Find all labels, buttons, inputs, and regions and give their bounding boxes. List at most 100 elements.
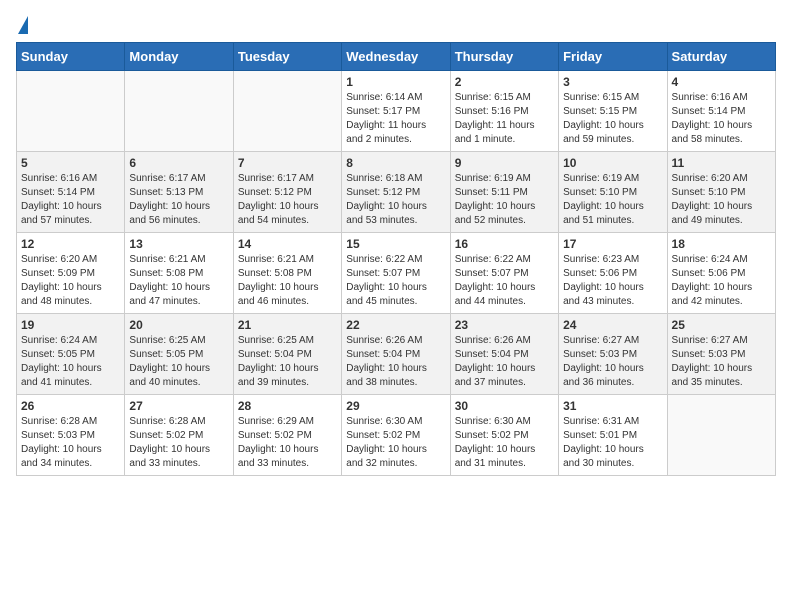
calendar-header-row: SundayMondayTuesdayWednesdayThursdayFrid…: [17, 43, 776, 71]
table-row: 25 Sunrise: 6:27 AM Sunset: 5:03 PM Dayli…: [667, 314, 775, 395]
day-number: 22: [346, 318, 445, 332]
table-row: [667, 395, 775, 476]
day-info: Sunrise: 6:15 AM Sunset: 5:16 PM Dayligh…: [455, 91, 554, 147]
table-row: 22Sunrise: 6:26 AM Sunset: 5:04 PM Dayli…: [342, 314, 450, 395]
table-row: 14 Sunrise: 6:21 AM Sunset: 5:08 PM Dayli…: [233, 233, 341, 314]
table-row: 8 Sunrise: 6:18 AM Sunset: 5:12 PM Daylig…: [342, 152, 450, 233]
day-number: 31: [563, 399, 662, 413]
table-row: 29 Sunrise: 6:30 AM Sunset: 5:02 PM Dayli…: [342, 395, 450, 476]
day-number: 15: [346, 237, 445, 251]
day-info: Sunrise: 6:20 AM Sunset: 5:09 PM Dayligh…: [21, 253, 120, 309]
calendar-week-row: 5 Sunrise: 6:16 AM Sunset: 5:14 PM Daylig…: [17, 152, 776, 233]
day-number: 3: [563, 75, 662, 89]
calendar-header-sunday: Sunday: [17, 43, 125, 71]
day-number: 4: [672, 75, 771, 89]
day-info: Sunrise: 6:25 AM Sunset: 5:05 PM Dayligh…: [129, 334, 228, 390]
day-info: Sunrise: 6:24 AM Sunset: 5:05 PM Dayligh…: [21, 334, 120, 390]
table-row: 16Sunrise: 6:22 AM Sunset: 5:07 PM Dayli…: [450, 233, 558, 314]
calendar-header-tuesday: Tuesday: [233, 43, 341, 71]
day-info: Sunrise: 6:16 AM Sunset: 5:14 PM Dayligh…: [21, 172, 120, 228]
calendar-header-monday: Monday: [125, 43, 233, 71]
day-info: Sunrise: 6:30 AM Sunset: 5:02 PM Dayligh…: [346, 415, 445, 471]
day-number: 9: [455, 156, 554, 170]
day-info: Sunrise: 6:30 AM Sunset: 5:02 PM Dayligh…: [455, 415, 554, 471]
day-number: 13: [129, 237, 228, 251]
table-row: 7Sunrise: 6:17 AM Sunset: 5:12 PM Daylig…: [233, 152, 341, 233]
table-row: 12 Sunrise: 6:20 AM Sunset: 5:09 PM Dayli…: [17, 233, 125, 314]
day-info: Sunrise: 6:20 AM Sunset: 5:10 PM Dayligh…: [672, 172, 771, 228]
table-row: 6Sunrise: 6:17 AM Sunset: 5:13 PM Daylig…: [125, 152, 233, 233]
day-number: 28: [238, 399, 337, 413]
day-number: 1: [346, 75, 445, 89]
table-row: 26Sunrise: 6:28 AM Sunset: 5:03 PM Dayli…: [17, 395, 125, 476]
calendar-week-row: 12 Sunrise: 6:20 AM Sunset: 5:09 PM Dayli…: [17, 233, 776, 314]
calendar-header-wednesday: Wednesday: [342, 43, 450, 71]
day-info: Sunrise: 6:26 AM Sunset: 5:04 PM Dayligh…: [455, 334, 554, 390]
table-row: 13 Sunrise: 6:21 AM Sunset: 5:08 PM Dayli…: [125, 233, 233, 314]
day-number: 2: [455, 75, 554, 89]
calendar-week-row: 19 Sunrise: 6:24 AM Sunset: 5:05 PM Dayli…: [17, 314, 776, 395]
day-info: Sunrise: 6:27 AM Sunset: 5:03 PM Dayligh…: [672, 334, 771, 390]
table-row: [125, 71, 233, 152]
day-number: 30: [455, 399, 554, 413]
day-number: 5: [21, 156, 120, 170]
calendar-week-row: 1 Sunrise: 6:14 AM Sunset: 5:17 PM Daylig…: [17, 71, 776, 152]
table-row: 23 Sunrise: 6:26 AM Sunset: 5:04 PM Dayli…: [450, 314, 558, 395]
day-number: 10: [563, 156, 662, 170]
page-header: [16, 16, 776, 34]
table-row: 3Sunrise: 6:15 AM Sunset: 5:15 PM Daylig…: [559, 71, 667, 152]
table-row: 18 Sunrise: 6:24 AM Sunset: 5:06 PM Dayli…: [667, 233, 775, 314]
day-number: 19: [21, 318, 120, 332]
day-number: 11: [672, 156, 771, 170]
day-number: 23: [455, 318, 554, 332]
table-row: [17, 71, 125, 152]
table-row: 30 Sunrise: 6:30 AM Sunset: 5:02 PM Dayli…: [450, 395, 558, 476]
table-row: 15 Sunrise: 6:22 AM Sunset: 5:07 PM Dayli…: [342, 233, 450, 314]
table-row: 17 Sunrise: 6:23 AM Sunset: 5:06 PM Dayli…: [559, 233, 667, 314]
day-number: 29: [346, 399, 445, 413]
calendar-header-friday: Friday: [559, 43, 667, 71]
calendar-week-row: 26Sunrise: 6:28 AM Sunset: 5:03 PM Dayli…: [17, 395, 776, 476]
day-info: Sunrise: 6:17 AM Sunset: 5:13 PM Dayligh…: [129, 172, 228, 228]
day-info: Sunrise: 6:22 AM Sunset: 5:07 PM Dayligh…: [455, 253, 554, 309]
day-number: 25: [672, 318, 771, 332]
table-row: 9 Sunrise: 6:19 AM Sunset: 5:11 PM Daylig…: [450, 152, 558, 233]
day-info: Sunrise: 6:19 AM Sunset: 5:10 PM Dayligh…: [563, 172, 662, 228]
day-info: Sunrise: 6:27 AM Sunset: 5:03 PM Dayligh…: [563, 334, 662, 390]
day-number: 8: [346, 156, 445, 170]
day-info: Sunrise: 6:24 AM Sunset: 5:06 PM Dayligh…: [672, 253, 771, 309]
day-info: Sunrise: 6:14 AM Sunset: 5:17 PM Dayligh…: [346, 91, 445, 147]
day-number: 12: [21, 237, 120, 251]
day-info: Sunrise: 6:18 AM Sunset: 5:12 PM Dayligh…: [346, 172, 445, 228]
table-row: 21Sunrise: 6:25 AM Sunset: 5:04 PM Dayli…: [233, 314, 341, 395]
day-info: Sunrise: 6:16 AM Sunset: 5:14 PM Dayligh…: [672, 91, 771, 147]
table-row: 27 Sunrise: 6:28 AM Sunset: 5:02 PM Dayli…: [125, 395, 233, 476]
table-row: 28 Sunrise: 6:29 AM Sunset: 5:02 PM Dayli…: [233, 395, 341, 476]
day-info: Sunrise: 6:21 AM Sunset: 5:08 PM Dayligh…: [129, 253, 228, 309]
day-info: Sunrise: 6:21 AM Sunset: 5:08 PM Dayligh…: [238, 253, 337, 309]
table-row: 2 Sunrise: 6:15 AM Sunset: 5:16 PM Daylig…: [450, 71, 558, 152]
day-number: 21: [238, 318, 337, 332]
day-number: 7: [238, 156, 337, 170]
calendar-table: SundayMondayTuesdayWednesdayThursdayFrid…: [16, 42, 776, 476]
day-number: 14: [238, 237, 337, 251]
table-row: 11 Sunrise: 6:20 AM Sunset: 5:10 PM Dayli…: [667, 152, 775, 233]
table-row: 4 Sunrise: 6:16 AM Sunset: 5:14 PM Daylig…: [667, 71, 775, 152]
day-info: Sunrise: 6:31 AM Sunset: 5:01 PM Dayligh…: [563, 415, 662, 471]
day-number: 20: [129, 318, 228, 332]
day-info: Sunrise: 6:19 AM Sunset: 5:11 PM Dayligh…: [455, 172, 554, 228]
day-info: Sunrise: 6:28 AM Sunset: 5:02 PM Dayligh…: [129, 415, 228, 471]
day-info: Sunrise: 6:29 AM Sunset: 5:02 PM Dayligh…: [238, 415, 337, 471]
table-row: 19 Sunrise: 6:24 AM Sunset: 5:05 PM Dayli…: [17, 314, 125, 395]
day-number: 17: [563, 237, 662, 251]
day-number: 18: [672, 237, 771, 251]
table-row: 20 Sunrise: 6:25 AM Sunset: 5:05 PM Dayli…: [125, 314, 233, 395]
table-row: 5 Sunrise: 6:16 AM Sunset: 5:14 PM Daylig…: [17, 152, 125, 233]
day-number: 24: [563, 318, 662, 332]
day-info: Sunrise: 6:22 AM Sunset: 5:07 PM Dayligh…: [346, 253, 445, 309]
day-info: Sunrise: 6:23 AM Sunset: 5:06 PM Dayligh…: [563, 253, 662, 309]
table-row: 1 Sunrise: 6:14 AM Sunset: 5:17 PM Daylig…: [342, 71, 450, 152]
table-row: 10 Sunrise: 6:19 AM Sunset: 5:10 PM Dayli…: [559, 152, 667, 233]
table-row: 24 Sunrise: 6:27 AM Sunset: 5:03 PM Dayli…: [559, 314, 667, 395]
day-number: 27: [129, 399, 228, 413]
